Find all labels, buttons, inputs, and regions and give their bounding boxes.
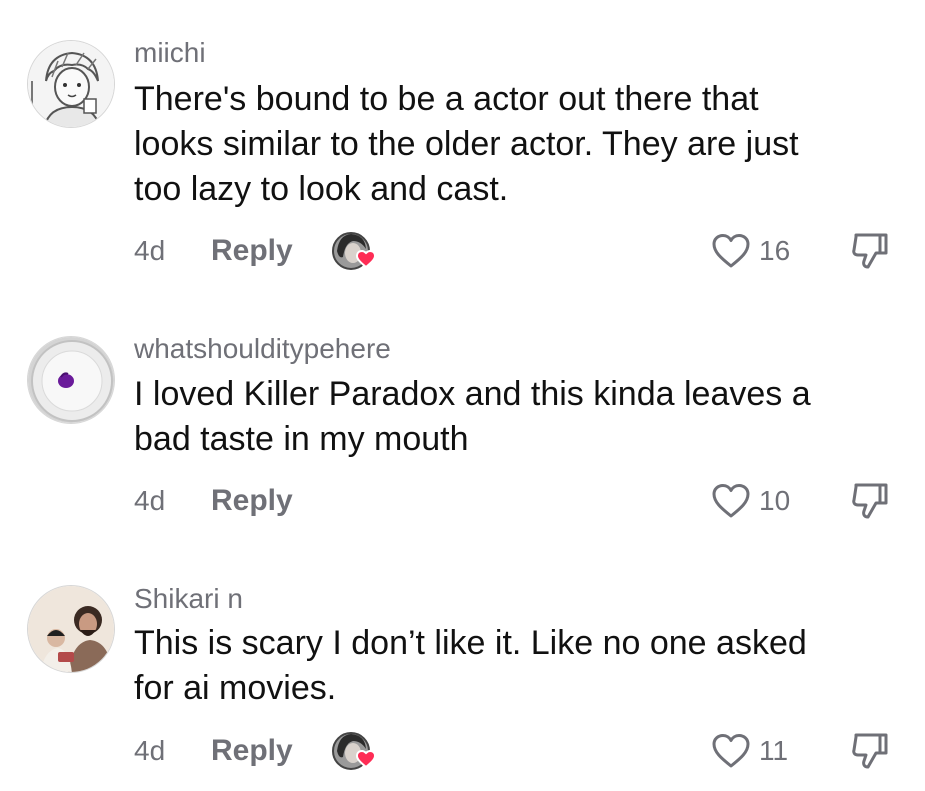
plate-avatar-icon <box>28 337 114 423</box>
like-button[interactable]: 10 <box>711 481 790 521</box>
comment-username[interactable]: whatshoulditypehere <box>134 333 391 365</box>
creator-liked-badge-icon <box>331 729 379 773</box>
comment-text-line: This is scary I don’t like it. Like no o… <box>134 624 807 662</box>
avatar[interactable] <box>27 585 115 673</box>
photo-avatar-icon <box>28 586 114 672</box>
heart-outline-icon <box>712 734 750 768</box>
comment-timestamp: 4d <box>134 735 166 766</box>
like-count: 11 <box>759 735 789 766</box>
comment-actions: 4d Reply 11 <box>0 731 925 771</box>
comment-text: There's bound to be a actor out there th… <box>134 77 894 212</box>
avatar[interactable] <box>27 40 115 128</box>
creator-liked-badge-icon <box>331 229 379 273</box>
comment-text-line: bad taste in my mouth <box>134 420 469 458</box>
comment-text-line: There's bound to be a actor out there th… <box>134 80 759 118</box>
dislike-button[interactable] <box>850 731 894 771</box>
comment-timestamp: 4d <box>134 485 166 516</box>
comment-text-line: I loved Killer Paradox and this kinda le… <box>134 375 811 413</box>
dislike-button[interactable] <box>850 481 894 521</box>
comment-actions: 4d Reply 10 <box>0 481 925 521</box>
like-count: 16 <box>759 235 791 266</box>
heart-outline-icon <box>712 484 750 518</box>
thumbs-down-icon <box>852 483 888 519</box>
comment-text: This is scary I don’t like it. Like no o… <box>134 621 894 711</box>
thumbs-down-icon <box>852 233 888 269</box>
comment-username[interactable]: Shikari n <box>134 583 243 615</box>
reply-button[interactable]: Reply <box>211 231 293 271</box>
comment-text-line: too lazy to look and cast. <box>134 170 509 208</box>
manga-avatar-icon <box>28 41 114 127</box>
dislike-button[interactable] <box>850 231 894 271</box>
reply-button[interactable]: Reply <box>211 731 293 771</box>
like-button[interactable]: 11 <box>711 731 788 771</box>
comment-timestamp: 4d <box>134 235 166 266</box>
comment-username[interactable]: miichi <box>134 37 206 69</box>
comment-actions: 4d Reply 16 <box>0 231 925 271</box>
avatar[interactable] <box>27 336 115 424</box>
reply-button[interactable]: Reply <box>211 481 293 521</box>
comment-text-line: for ai movies. <box>134 669 337 707</box>
like-count: 10 <box>759 485 791 516</box>
like-button[interactable]: 16 <box>711 231 790 271</box>
comment-text-line: looks similar to the older actor. They a… <box>134 125 799 163</box>
comment-text: I loved Killer Paradox and this kinda le… <box>134 372 894 462</box>
thumbs-down-icon <box>852 733 888 769</box>
heart-outline-icon <box>712 234 750 268</box>
